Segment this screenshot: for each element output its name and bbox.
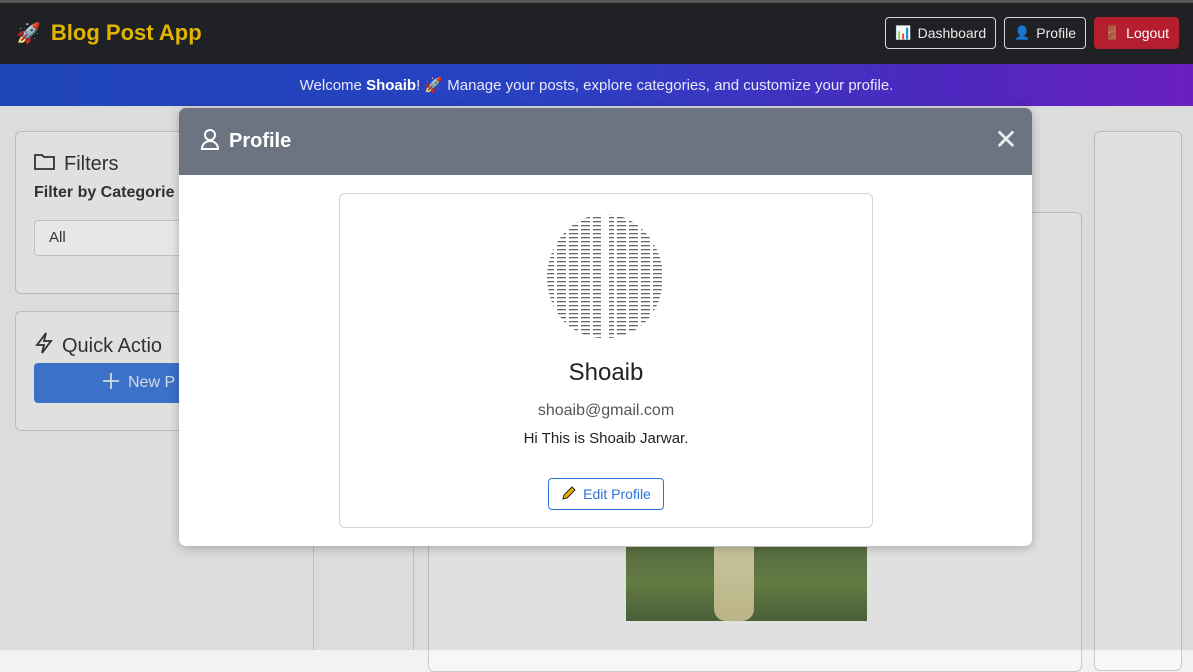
navbar: 🚀 Blog Post App 📊 Dashboard 👤 Profile 🚪 …	[0, 0, 1193, 64]
avatar	[547, 214, 663, 338]
nav-buttons: 📊 Dashboard 👤 Profile 🚪 Logout	[885, 17, 1179, 49]
user-outline-icon	[199, 128, 221, 156]
welcome-banner: Welcome Shoaib! 🚀 Manage your posts, exp…	[0, 64, 1193, 106]
door-icon: 🚪	[1103, 25, 1121, 40]
rocket-icon: 🚀	[16, 22, 41, 45]
edit-profile-label: Edit Profile	[583, 486, 651, 502]
modal-title-text: Profile	[229, 130, 292, 152]
chart-icon: 📊	[895, 25, 912, 40]
banner-prefix: Welcome	[299, 76, 367, 94]
user-icon: 👤	[1014, 25, 1031, 40]
profile-name: Shoaib	[568, 359, 644, 386]
banner-username: Shoaib	[366, 76, 417, 94]
profile-button[interactable]: 👤 Profile	[1004, 17, 1086, 49]
close-icon[interactable]: ✕	[994, 126, 1018, 154]
dashboard-label: Dashboard	[917, 25, 987, 41]
logout-button[interactable]: 🚪 Logout	[1093, 17, 1179, 49]
dashboard-button[interactable]: 📊 Dashboard	[885, 17, 997, 49]
app-title: Blog Post App	[50, 20, 202, 45]
modal-title: Profile	[199, 128, 291, 156]
edit-profile-button[interactable]: Edit Profile	[548, 478, 664, 510]
modal-header: Profile ✕	[179, 108, 1032, 175]
pencil-icon	[561, 485, 577, 504]
profile-modal: Profile ✕ Shoaib shoaib@gmail.com Hi Thi…	[179, 108, 1032, 546]
banner-suffix: ! 🚀 Manage your posts, explore categorie…	[416, 77, 894, 94]
profile-card: Shoaib shoaib@gmail.com Hi This is Shoai…	[339, 193, 873, 528]
profile-label: Profile	[1036, 25, 1076, 41]
profile-email: shoaib@gmail.com	[537, 402, 675, 419]
logout-label: Logout	[1126, 25, 1169, 41]
brand[interactable]: 🚀 Blog Post App	[16, 20, 202, 46]
profile-bio: Hi This is Shoaib Jarwar.	[523, 430, 689, 447]
